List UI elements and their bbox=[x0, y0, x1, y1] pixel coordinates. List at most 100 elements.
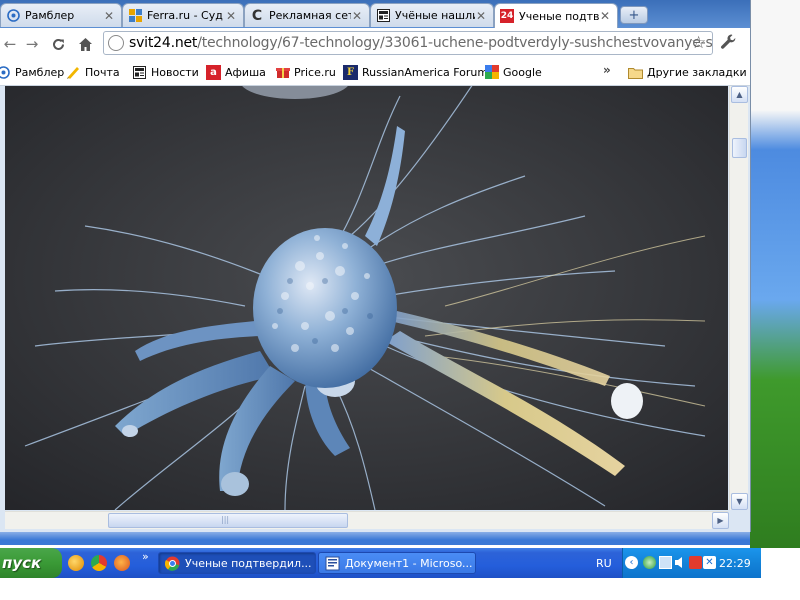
bookmark-label: RussianAmerica Forum bbox=[362, 65, 489, 79]
home-button[interactable] bbox=[75, 34, 95, 54]
taskbar-button-label: Документ1 - Microso... bbox=[345, 556, 473, 570]
language-indicator[interactable]: RU bbox=[596, 557, 612, 570]
scroll-down-button[interactable]: ▼ bbox=[731, 493, 748, 510]
forward-button[interactable]: → bbox=[22, 34, 42, 54]
bookmark-label: Google bbox=[503, 65, 542, 79]
horizontal-scrollbar[interactable]: ||| ▶ bbox=[5, 511, 729, 529]
taskbar-button-label: Ученые подтвердил... bbox=[185, 556, 312, 570]
start-button[interactable]: пуск bbox=[0, 548, 62, 578]
newspaper-icon bbox=[376, 9, 390, 23]
quicklaunch-icon-1[interactable] bbox=[68, 555, 84, 571]
address-bar[interactable]: svit24.net/technology/67-technology/3306… bbox=[103, 31, 713, 55]
bookmark-russianamerica[interactable]: F RussianAmerica Forum bbox=[343, 63, 488, 81]
bookmark-label: Рамблер bbox=[15, 65, 65, 79]
bookmark-google[interactable]: Google bbox=[484, 63, 542, 81]
horizontal-scroll-thumb[interactable]: ||| bbox=[108, 513, 348, 528]
bookmark-label: Почта bbox=[85, 65, 120, 79]
cell-micrograph-image bbox=[5, 86, 728, 510]
close-icon[interactable]: ✕ bbox=[475, 9, 487, 23]
bookmarks-bar: Рамблер Почта Новости a Афиша Price.ru F… bbox=[0, 59, 750, 86]
page-viewport bbox=[5, 86, 728, 510]
close-icon[interactable]: ✕ bbox=[703, 556, 716, 569]
tab-ferra[interactable]: Ferra.ru - Суд ✕ bbox=[122, 3, 244, 27]
word-icon bbox=[325, 556, 340, 571]
site24-icon: 24 bbox=[500, 9, 514, 23]
chevron-down-icon: ▼ bbox=[736, 497, 743, 506]
close-icon[interactable]: ✕ bbox=[351, 9, 363, 23]
bookmark-label: Новости bbox=[151, 65, 199, 79]
home-icon bbox=[78, 37, 92, 51]
tab-strip: Рамблер ✕ Ferra.ru - Суд ✕ C Рекламная с… bbox=[0, 0, 750, 28]
taskbar-button-word[interactable]: Документ1 - Microso... bbox=[318, 552, 476, 574]
scroll-right-button[interactable]: ▶ bbox=[712, 512, 729, 529]
other-bookmarks-folder[interactable]: Другие закладки bbox=[628, 63, 747, 81]
speaker-icon[interactable] bbox=[674, 556, 687, 569]
network-warning-icon[interactable] bbox=[689, 556, 702, 569]
arrow-left-icon: ← bbox=[3, 35, 17, 53]
clock[interactable]: 22:29 bbox=[719, 557, 751, 570]
tray-icon-security[interactable] bbox=[643, 556, 656, 569]
chrome-icon bbox=[164, 556, 180, 571]
start-label: пуск bbox=[2, 554, 42, 572]
bookmarks-overflow-button[interactable]: » bbox=[603, 63, 611, 77]
wrench-icon[interactable] bbox=[720, 33, 737, 50]
url-host: svit24.net bbox=[129, 35, 198, 51]
chevron-right-icon: ▶ bbox=[717, 516, 724, 525]
bookmark-label: Price.ru bbox=[294, 65, 336, 79]
tab-title: Рекламная сет bbox=[269, 9, 351, 22]
bookmark-rambler[interactable]: Рамблер bbox=[0, 63, 64, 81]
star-icon[interactable]: ☆ bbox=[691, 33, 706, 53]
afisha-icon: a bbox=[206, 64, 221, 80]
navigation-toolbar: ← → svit24.net/technology/67-technology/… bbox=[0, 28, 750, 60]
close-icon[interactable]: ✕ bbox=[599, 9, 611, 23]
close-icon[interactable]: ✕ bbox=[225, 9, 237, 23]
newspaper-icon bbox=[132, 65, 147, 80]
browser-window: Рамблер ✕ Ferra.ru - Суд ✕ C Рекламная с… bbox=[0, 0, 751, 532]
bookmark-afisha[interactable]: a Афиша bbox=[206, 63, 266, 81]
tab-rambler[interactable]: Рамблер ✕ bbox=[0, 3, 122, 27]
ferra-icon bbox=[128, 9, 142, 23]
grip-icon: ||| bbox=[221, 515, 230, 524]
vertical-scrollbar[interactable]: ▲ ▼ bbox=[729, 86, 748, 510]
tab-scientists-confirmed[interactable]: 24 Ученые подтве ✕ bbox=[494, 3, 618, 28]
chevron-up-icon: ▲ bbox=[736, 90, 743, 99]
tab-advertising[interactable]: C Рекламная сет ✕ bbox=[244, 3, 370, 27]
tab-title: Учёные нашли bbox=[395, 9, 475, 22]
new-tab-button[interactable]: + bbox=[620, 6, 648, 24]
rambler-icon bbox=[0, 65, 11, 80]
tab-title: Рамблер bbox=[25, 9, 75, 22]
bookmark-price[interactable]: Price.ru bbox=[275, 63, 336, 81]
taskbar: пуск » Ученые подтвердил... Документ1 - … bbox=[0, 548, 761, 578]
vertical-scroll-thumb[interactable] bbox=[732, 138, 747, 158]
rambler-icon bbox=[6, 9, 20, 23]
tab-scientists-found[interactable]: Учёные нашли ✕ bbox=[370, 3, 494, 27]
url-path: /technology/67-technology/33061-uchene-p… bbox=[197, 35, 712, 51]
desktop-wallpaper bbox=[750, 0, 800, 548]
folder-icon bbox=[628, 65, 643, 80]
chrome-icon[interactable] bbox=[91, 555, 107, 571]
bookmark-label: Другие закладки bbox=[647, 65, 747, 79]
back-button[interactable]: ← bbox=[0, 34, 20, 54]
forum-icon: F bbox=[343, 64, 358, 80]
monitor-icon[interactable] bbox=[659, 556, 672, 569]
reload-button[interactable] bbox=[48, 34, 68, 54]
tab-title: Ferra.ru - Суд bbox=[147, 9, 223, 22]
mail-icon bbox=[66, 65, 81, 80]
bookmark-mail[interactable]: Почта bbox=[66, 63, 120, 81]
taskbar-button-browser[interactable]: Ученые подтвердил... bbox=[158, 552, 316, 574]
chevron-left-icon[interactable]: ‹ bbox=[625, 556, 638, 569]
bookmark-news[interactable]: Новости bbox=[132, 63, 199, 81]
reload-icon bbox=[52, 38, 64, 50]
bookmark-label: Афиша bbox=[225, 65, 266, 79]
plus-icon: + bbox=[628, 7, 640, 23]
system-tray: ‹ ✕ 22:29 bbox=[622, 548, 761, 578]
quicklaunch-overflow[interactable]: » bbox=[142, 550, 149, 563]
scroll-up-button[interactable]: ▲ bbox=[731, 86, 748, 103]
close-icon[interactable]: ✕ bbox=[103, 9, 115, 23]
c-logo-icon: C bbox=[251, 7, 263, 24]
google-icon bbox=[484, 65, 499, 80]
firefox-icon[interactable] bbox=[114, 555, 130, 571]
gift-icon bbox=[275, 65, 290, 80]
tab-title: Ученые подтве bbox=[519, 9, 599, 23]
globe-icon bbox=[108, 35, 124, 51]
